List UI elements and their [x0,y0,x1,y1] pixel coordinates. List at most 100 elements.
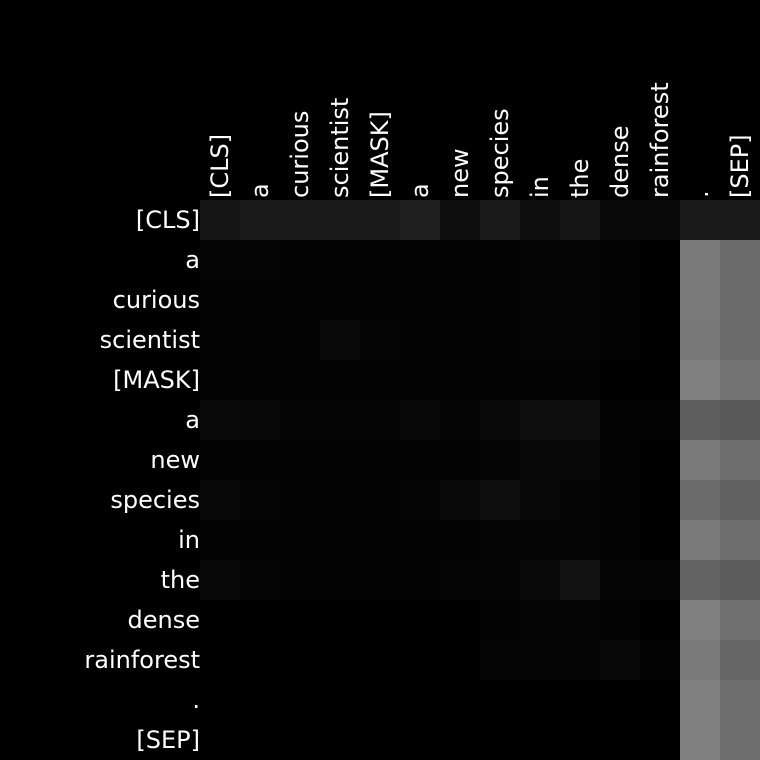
heatmap-cell [600,360,640,400]
heatmap-cell [560,520,600,560]
heatmap-cell [440,400,480,440]
heatmap-cell [440,440,480,480]
heatmap-cell [560,240,600,280]
heatmap-cell [400,560,440,600]
heatmap-cell [360,600,400,640]
x-axis-tick-labels: [CLS] a curious scientist [MASK] a new species i… [206,82,754,198]
heatmap-cell [720,320,760,360]
heatmap-cell [320,200,360,240]
y-tick-label: a [185,406,200,434]
heatmap-cell [720,680,760,720]
heatmap-cell [680,520,720,560]
heatmap-cell [280,560,320,600]
heatmap-cell [440,480,480,520]
heatmap-cell [400,280,440,320]
heatmap-cell [600,240,640,280]
y-tick-label: dense [128,606,200,634]
heatmap-cell [480,320,520,360]
attention-heatmap: [CLS] a curious scientist [MASK] a new species i… [84,82,760,760]
heatmap-cell [640,440,680,480]
heatmap-cell [240,440,280,480]
heatmap-cell [280,600,320,640]
heatmap-cell [200,320,240,360]
heatmap-cell [440,520,480,560]
heatmap-cell [560,600,600,640]
heatmap-cell [520,440,560,480]
heatmap-cell [240,360,280,400]
heatmap-cell [680,200,720,240]
heatmap-cell [440,240,480,280]
heatmap-cell [440,200,480,240]
heatmap-cell [560,480,600,520]
heatmap-cell [400,480,440,520]
x-tick-label: . [686,190,714,198]
heatmap-cell [480,560,520,600]
heatmap-cell [640,520,680,560]
x-tick-label: in [526,176,554,198]
heatmap-cell [360,720,400,760]
heatmap-cell [280,360,320,400]
heatmap-cell [560,200,600,240]
heatmap-cell [200,280,240,320]
heatmap-cell [560,400,600,440]
heatmap-cell [680,560,720,600]
heatmap-cell [720,360,760,400]
heatmap-cell [280,680,320,720]
heatmap-cell [640,720,680,760]
heatmap-cell [360,200,400,240]
heatmap-cell [360,520,400,560]
heatmap-cell [200,480,240,520]
heatmap-cell [360,560,400,600]
heatmap-cell [360,640,400,680]
heatmap-cell [560,640,600,680]
x-tick-label: dense [606,126,634,198]
x-tick-label: curious [286,111,314,198]
heatmap-cell [720,480,760,520]
heatmap-cell [280,200,320,240]
heatmap-cell [400,200,440,240]
heatmap-cell [600,600,640,640]
heatmap-cell [240,320,280,360]
heatmap-cell [480,400,520,440]
heatmap-cell [240,400,280,440]
heatmap-cell [240,480,280,520]
heatmap-cell [400,600,440,640]
x-tick-label: a [406,183,434,198]
attention-heatmap-chart: [CLS] a curious scientist [MASK] a new species i… [0,0,760,760]
heatmap-cell [440,560,480,600]
heatmap-cell [560,440,600,480]
heatmap-cell [600,200,640,240]
heatmap-cell [320,440,360,480]
heatmap-cell [320,640,360,680]
heatmap-cell [280,640,320,680]
heatmap-cell [320,600,360,640]
heatmap-cell [280,440,320,480]
heatmap-cell [480,240,520,280]
y-tick-label: scientist [100,326,200,354]
heatmap-cell [600,520,640,560]
heatmap-cell [200,600,240,640]
heatmap-cell [200,360,240,400]
heatmap-cell [200,720,240,760]
heatmap-cell [480,280,520,320]
heatmap-cell [600,560,640,600]
heatmap-cell [520,240,560,280]
heatmap-cell [400,440,440,480]
heatmap-cell [600,680,640,720]
y-tick-label: . [192,686,200,714]
heatmap-cell [360,480,400,520]
heatmap-cell [360,360,400,400]
heatmap-cell [560,360,600,400]
heatmap-cell [600,280,640,320]
y-tick-label: the [161,566,200,594]
heatmap-cell [320,680,360,720]
heatmap-cell [240,280,280,320]
x-tick-label: the [566,159,594,198]
heatmap-cell [680,360,720,400]
heatmap-cell [640,320,680,360]
heatmap-cell [640,400,680,440]
heatmap-cell [440,360,480,400]
heatmap-cell [200,680,240,720]
heatmap-cell [400,400,440,440]
heatmap-cell [360,680,400,720]
